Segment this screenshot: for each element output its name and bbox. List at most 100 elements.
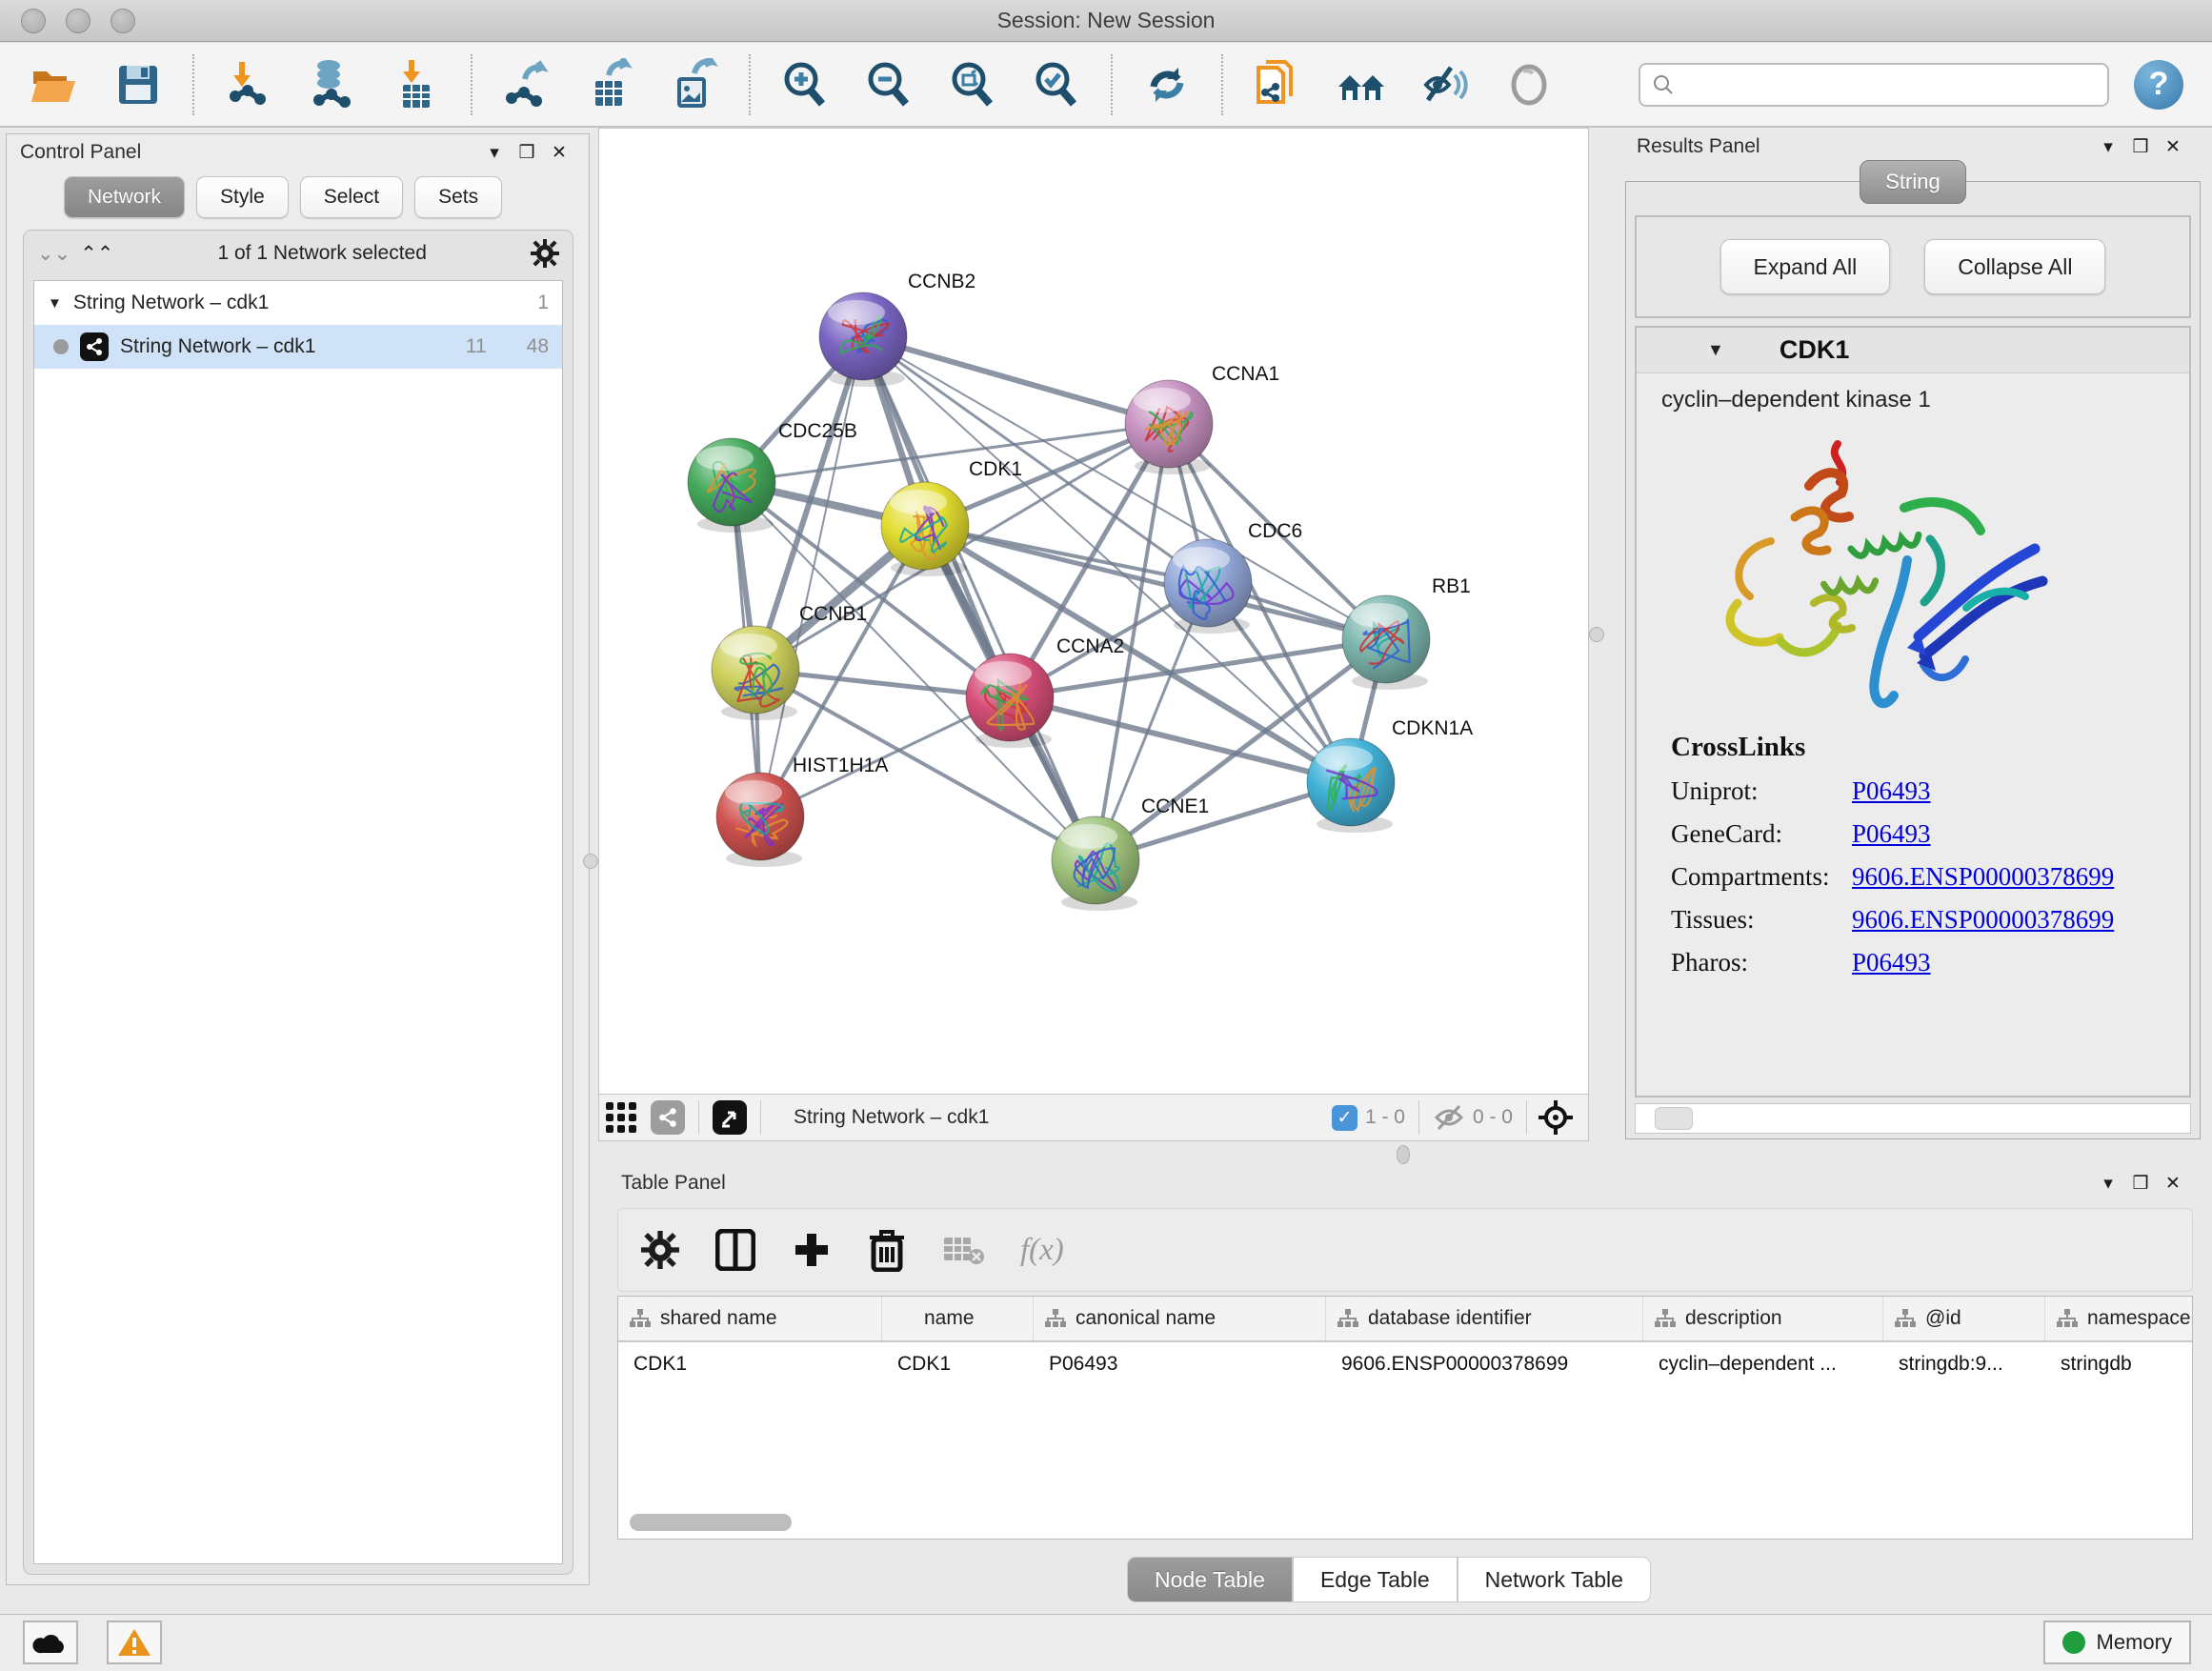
table-panel-float-icon[interactable]: ❒ <box>2124 1173 2157 1195</box>
tab-select[interactable]: Select <box>300 176 403 218</box>
results-scrollbar[interactable] <box>1635 1103 2191 1134</box>
crosslink-value-link[interactable]: 9606.ENSP00000378699 <box>1852 905 2114 935</box>
panel-menu-icon[interactable]: ▾ <box>478 142 511 164</box>
birdseye-view-icon[interactable] <box>713 1100 747 1135</box>
selected-checkbox-icon[interactable]: ✓ <box>1332 1105 1357 1131</box>
open-session-icon[interactable] <box>27 57 82 112</box>
column-header-description[interactable]: description <box>1643 1297 1883 1340</box>
network-canvas[interactable]: CCNB2CCNA1CDC25BCDK1CDC6RB1CCNB1CCNA2CDK… <box>598 128 1589 1094</box>
table-cell[interactable]: 9606.ENSP00000378699 <box>1326 1342 1643 1386</box>
expand-all-networks-icon[interactable]: ⌃⌃ <box>80 242 113 266</box>
grid-view-icon[interactable] <box>599 1098 643 1137</box>
home-pair-icon[interactable] <box>1334 57 1389 112</box>
network-list: ▼ String Network – cdk1 1 String Network… <box>33 280 563 1564</box>
panel-float-icon[interactable]: ❒ <box>511 142 543 164</box>
hide-graphics-details-icon[interactable] <box>1418 57 1473 112</box>
crosslinks-title: CrossLinks <box>1671 732 2189 763</box>
node-table[interactable]: shared namenamecanonical namedatabase id… <box>617 1296 2193 1540</box>
crosslink-value-link[interactable]: P06493 <box>1852 948 1931 977</box>
show-graphics-details-icon[interactable] <box>1501 57 1557 112</box>
zoom-fit-icon[interactable] <box>945 57 1000 112</box>
network-share-icon <box>80 332 109 361</box>
results-panel-menu-icon[interactable]: ▾ <box>2092 136 2124 158</box>
column-header-shared-name[interactable]: shared name <box>618 1297 882 1340</box>
main-toolbar: ? <box>0 43 2212 128</box>
tab-node-table[interactable]: Node Table <box>1127 1557 1293 1602</box>
tab-sets[interactable]: Sets <box>414 176 502 218</box>
table-cell[interactable]: stringdb <box>2045 1342 2193 1386</box>
network-edge-CDK1-RB1[interactable] <box>925 526 1386 639</box>
results-entry-header[interactable]: ▼ CDK1 <box>1637 328 2189 373</box>
network-share-view-icon[interactable] <box>651 1100 685 1135</box>
network-row-selected[interactable]: String Network – cdk1 11 48 <box>34 325 562 369</box>
table-cell[interactable]: CDK1 <box>618 1342 882 1386</box>
table-row[interactable]: CDK1CDK1P064939606.ENSP00000378699cyclin… <box>618 1342 2192 1386</box>
fit-content-crosshair-icon[interactable] <box>1537 1098 1575 1137</box>
left-splitter-grip[interactable] <box>583 854 598 869</box>
table-settings-gear-icon[interactable] <box>641 1231 679 1269</box>
network-edge-CCNB2-CCNA1[interactable] <box>863 336 1169 424</box>
crosslink-value-link[interactable]: P06493 <box>1852 776 1931 806</box>
tab-edge-table[interactable]: Edge Table <box>1293 1557 1458 1602</box>
selected-counts: 1 - 0 <box>1365 1106 1405 1129</box>
table-scrollbar-thumb[interactable] <box>630 1514 792 1531</box>
import-table-file-icon[interactable] <box>389 57 444 112</box>
tab-network-table[interactable]: Network Table <box>1458 1557 1651 1602</box>
delete-column-icon[interactable] <box>868 1228 906 1272</box>
expand-all-button[interactable]: Expand All <box>1720 239 1891 294</box>
network-edge-CCNB2-HIST1H1A[interactable] <box>760 336 863 816</box>
export-image-icon[interactable] <box>667 57 722 112</box>
crosslink-label: GeneCard: <box>1671 819 1852 849</box>
zoom-selected-icon[interactable] <box>1029 57 1084 112</box>
right-splitter-grip[interactable] <box>1589 627 1604 642</box>
export-table-icon[interactable] <box>583 57 638 112</box>
table-panel-menu-icon[interactable]: ▾ <box>2092 1173 2124 1195</box>
collapse-all-button[interactable]: Collapse All <box>1924 239 2105 294</box>
import-network-database-icon[interactable] <box>305 57 360 112</box>
network-view-title: String Network – cdk1 <box>794 1106 989 1129</box>
crosslink-value-link[interactable]: 9606.ENSP00000378699 <box>1852 862 2114 892</box>
column-header-name[interactable]: name <box>882 1297 1034 1340</box>
network-options-gear-icon[interactable] <box>531 239 559 268</box>
zoom-out-icon[interactable] <box>861 57 916 112</box>
refresh-icon[interactable] <box>1139 57 1195 112</box>
cloud-button[interactable] <box>23 1621 78 1664</box>
search-input[interactable] <box>1684 73 2096 95</box>
collapse-triangle-icon[interactable]: ▼ <box>48 295 62 312</box>
search-box[interactable] <box>1639 63 2109 107</box>
export-network-icon[interactable] <box>499 57 554 112</box>
column-header-database-identifier[interactable]: database identifier <box>1326 1297 1643 1340</box>
results-panel-close-icon[interactable]: ✕ <box>2157 136 2189 158</box>
network-node-label-CDC6: CDC6 <box>1248 520 1302 542</box>
tab-style[interactable]: Style <box>196 176 289 218</box>
show-columns-icon[interactable] <box>715 1229 755 1271</box>
column-header-@id[interactable]: @id <box>1883 1297 2045 1340</box>
network-collection-row[interactable]: ▼ String Network – cdk1 1 <box>34 281 562 325</box>
string-protein-query-icon[interactable] <box>1250 57 1305 112</box>
collapse-all-networks-icon[interactable]: ⌄⌄ <box>37 242 70 266</box>
column-header-canonical-name[interactable]: canonical name <box>1034 1297 1326 1340</box>
panel-close-icon[interactable]: ✕ <box>543 142 575 164</box>
table-cell[interactable]: cyclin–dependent ... <box>1643 1342 1883 1386</box>
warning-button[interactable] <box>107 1621 162 1664</box>
import-network-file-icon[interactable] <box>221 57 276 112</box>
entry-collapse-triangle-icon[interactable]: ▼ <box>1707 340 1724 360</box>
table-cell[interactable]: P06493 <box>1034 1342 1326 1386</box>
results-panel-float-icon[interactable]: ❒ <box>2124 136 2157 158</box>
zoom-in-icon[interactable] <box>777 57 833 112</box>
help-button[interactable]: ? <box>2134 60 2183 110</box>
table-cell[interactable]: CDK1 <box>882 1342 1034 1386</box>
horizontal-splitter-grip[interactable] <box>1397 1145 1410 1164</box>
tab-network[interactable]: Network <box>64 176 185 218</box>
add-column-icon[interactable] <box>792 1230 832 1270</box>
column-header-namespace[interactable]: namespace <box>2045 1297 2193 1340</box>
results-scrollbar-thumb[interactable] <box>1655 1107 1693 1130</box>
crosslink-value-link[interactable]: P06493 <box>1852 819 1931 849</box>
memory-button[interactable]: Memory <box>2043 1621 2191 1664</box>
table-cell[interactable]: stringdb:9... <box>1883 1342 2045 1386</box>
save-session-icon[interactable] <box>111 57 166 112</box>
delete-table-icon[interactable] <box>942 1234 984 1266</box>
table-panel-close-icon[interactable]: ✕ <box>2157 1173 2189 1195</box>
tab-string[interactable]: String <box>1860 160 1966 204</box>
network-edge-CCNB2-CCNE1[interactable] <box>863 336 1096 860</box>
